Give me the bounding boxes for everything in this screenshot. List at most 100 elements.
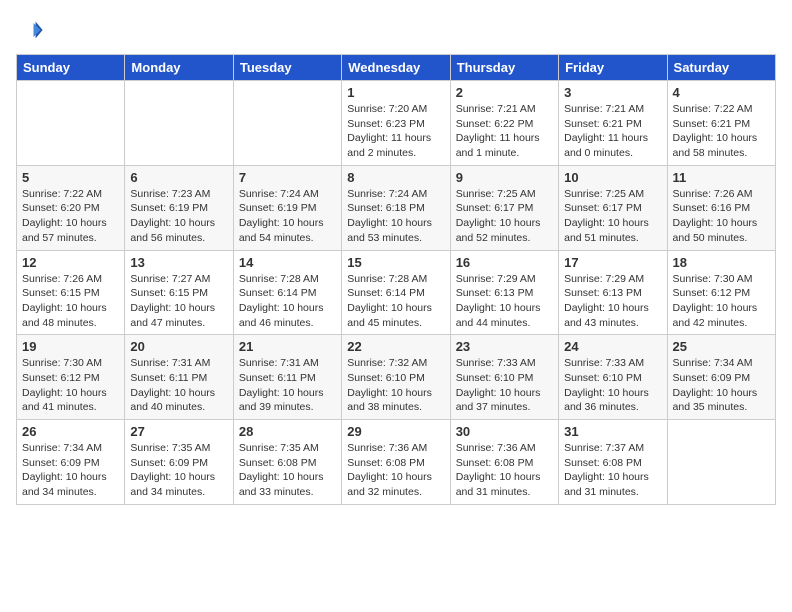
day-of-week-header: Monday	[125, 55, 233, 81]
day-of-week-header: Sunday	[17, 55, 125, 81]
calendar-cell: 28Sunrise: 7:35 AM Sunset: 6:08 PM Dayli…	[233, 420, 341, 505]
day-info: Sunrise: 7:30 AM Sunset: 6:12 PM Dayligh…	[673, 272, 770, 331]
calendar-cell: 1 Sunrise: 7:20 AM Sunset: 6:23 PM Daylig…	[342, 81, 450, 166]
day-info: Sunrise: 7:31 AM Sunset: 6:11 PM Dayligh…	[239, 356, 336, 415]
calendar-cell: 23Sunrise: 7:33 AM Sunset: 6:10 PM Dayli…	[450, 335, 558, 420]
day-number: 16	[456, 255, 553, 270]
day-info: Sunrise: 7:25 AM Sunset: 6:17 PM Dayligh…	[564, 187, 661, 246]
calendar-cell: 26 Sunrise: 7:34 AM Sunset: 6:09 PM Dayli…	[17, 420, 125, 505]
day-info: Sunrise: 7:33 AM Sunset: 6:10 PM Dayligh…	[564, 356, 661, 415]
calendar-cell: 9 Sunrise: 7:25 AM Sunset: 6:17 PM Daylig…	[450, 165, 558, 250]
day-number: 8	[347, 170, 444, 185]
calendar-cell: 10Sunrise: 7:25 AM Sunset: 6:17 PM Dayli…	[559, 165, 667, 250]
day-info: Sunrise: 7:23 AM Sunset: 6:19 PM Dayligh…	[130, 187, 227, 246]
day-number: 7	[239, 170, 336, 185]
day-number: 2	[456, 85, 553, 100]
calendar-cell	[125, 81, 233, 166]
calendar-cell: 4Sunrise: 7:22 AM Sunset: 6:21 PM Daylig…	[667, 81, 775, 166]
day-info: Sunrise: 7:29 AM Sunset: 6:13 PM Dayligh…	[456, 272, 553, 331]
day-info: Sunrise: 7:26 AM Sunset: 6:16 PM Dayligh…	[673, 187, 770, 246]
calendar-cell: 29 Sunrise: 7:36 AM Sunset: 6:08 PM Dayli…	[342, 420, 450, 505]
day-info: Sunrise: 7:20 AM Sunset: 6:23 PM Dayligh…	[347, 102, 444, 161]
day-number: 28	[239, 424, 336, 439]
day-info: Sunrise: 7:22 AM Sunset: 6:20 PM Dayligh…	[22, 187, 119, 246]
day-of-week-header: Wednesday	[342, 55, 450, 81]
day-number: 26	[22, 424, 119, 439]
calendar-cell: 14 Sunrise: 7:28 AM Sunset: 6:14 PM Dayli…	[233, 250, 341, 335]
day-number: 27	[130, 424, 227, 439]
calendar-cell: 2 Sunrise: 7:21 AM Sunset: 6:22 PM Daylig…	[450, 81, 558, 166]
day-number: 6	[130, 170, 227, 185]
calendar-cell: 19Sunrise: 7:30 AM Sunset: 6:12 PM Dayli…	[17, 335, 125, 420]
day-info: Sunrise: 7:28 AM Sunset: 6:14 PM Dayligh…	[347, 272, 444, 331]
calendar-cell	[17, 81, 125, 166]
calendar-week-row: 1 Sunrise: 7:20 AM Sunset: 6:23 PM Daylig…	[17, 81, 776, 166]
day-number: 5	[22, 170, 119, 185]
page-header	[16, 16, 776, 44]
day-number: 22	[347, 339, 444, 354]
calendar-cell: 25 Sunrise: 7:34 AM Sunset: 6:09 PM Dayli…	[667, 335, 775, 420]
day-number: 14	[239, 255, 336, 270]
calendar-week-row: 12Sunrise: 7:26 AM Sunset: 6:15 PM Dayli…	[17, 250, 776, 335]
day-info: Sunrise: 7:27 AM Sunset: 6:15 PM Dayligh…	[130, 272, 227, 331]
calendar-cell: 16 Sunrise: 7:29 AM Sunset: 6:13 PM Dayli…	[450, 250, 558, 335]
calendar-week-row: 19Sunrise: 7:30 AM Sunset: 6:12 PM Dayli…	[17, 335, 776, 420]
day-of-week-header: Saturday	[667, 55, 775, 81]
calendar-cell	[667, 420, 775, 505]
day-info: Sunrise: 7:34 AM Sunset: 6:09 PM Dayligh…	[673, 356, 770, 415]
day-info: Sunrise: 7:31 AM Sunset: 6:11 PM Dayligh…	[130, 356, 227, 415]
day-of-week-header: Tuesday	[233, 55, 341, 81]
day-info: Sunrise: 7:32 AM Sunset: 6:10 PM Dayligh…	[347, 356, 444, 415]
day-number: 20	[130, 339, 227, 354]
day-number: 1	[347, 85, 444, 100]
calendar-cell: 7 Sunrise: 7:24 AM Sunset: 6:19 PM Daylig…	[233, 165, 341, 250]
calendar-cell: 20 Sunrise: 7:31 AM Sunset: 6:11 PM Dayli…	[125, 335, 233, 420]
calendar-cell: 18 Sunrise: 7:30 AM Sunset: 6:12 PM Dayli…	[667, 250, 775, 335]
day-number: 24	[564, 339, 661, 354]
day-info: Sunrise: 7:28 AM Sunset: 6:14 PM Dayligh…	[239, 272, 336, 331]
calendar-cell: 13 Sunrise: 7:27 AM Sunset: 6:15 PM Dayli…	[125, 250, 233, 335]
calendar-cell: 8 Sunrise: 7:24 AM Sunset: 6:18 PM Daylig…	[342, 165, 450, 250]
day-info: Sunrise: 7:21 AM Sunset: 6:22 PM Dayligh…	[456, 102, 553, 161]
day-number: 30	[456, 424, 553, 439]
day-number: 21	[239, 339, 336, 354]
day-number: 9	[456, 170, 553, 185]
day-info: Sunrise: 7:25 AM Sunset: 6:17 PM Dayligh…	[456, 187, 553, 246]
day-number: 11	[673, 170, 770, 185]
day-number: 12	[22, 255, 119, 270]
calendar-cell: 31 Sunrise: 7:37 AM Sunset: 6:08 PM Dayli…	[559, 420, 667, 505]
calendar-cell: 3Sunrise: 7:21 AM Sunset: 6:21 PM Daylig…	[559, 81, 667, 166]
calendar-cell: 5 Sunrise: 7:22 AM Sunset: 6:20 PM Daylig…	[17, 165, 125, 250]
calendar-cell: 15 Sunrise: 7:28 AM Sunset: 6:14 PM Dayli…	[342, 250, 450, 335]
calendar-cell: 24 Sunrise: 7:33 AM Sunset: 6:10 PM Dayli…	[559, 335, 667, 420]
calendar-table: SundayMondayTuesdayWednesdayThursdayFrid…	[16, 54, 776, 505]
day-info: Sunrise: 7:34 AM Sunset: 6:09 PM Dayligh…	[22, 441, 119, 500]
day-number: 29	[347, 424, 444, 439]
calendar-week-row: 5 Sunrise: 7:22 AM Sunset: 6:20 PM Daylig…	[17, 165, 776, 250]
day-number: 31	[564, 424, 661, 439]
calendar-cell: 22 Sunrise: 7:32 AM Sunset: 6:10 PM Dayli…	[342, 335, 450, 420]
day-info: Sunrise: 7:36 AM Sunset: 6:08 PM Dayligh…	[347, 441, 444, 500]
day-number: 18	[673, 255, 770, 270]
logo-icon	[16, 16, 44, 44]
day-info: Sunrise: 7:24 AM Sunset: 6:18 PM Dayligh…	[347, 187, 444, 246]
day-number: 15	[347, 255, 444, 270]
calendar-cell	[233, 81, 341, 166]
logo	[16, 16, 48, 44]
day-info: Sunrise: 7:29 AM Sunset: 6:13 PM Dayligh…	[564, 272, 661, 331]
day-info: Sunrise: 7:24 AM Sunset: 6:19 PM Dayligh…	[239, 187, 336, 246]
calendar-header-row: SundayMondayTuesdayWednesdayThursdayFrid…	[17, 55, 776, 81]
day-info: Sunrise: 7:22 AM Sunset: 6:21 PM Dayligh…	[673, 102, 770, 161]
calendar-week-row: 26 Sunrise: 7:34 AM Sunset: 6:09 PM Dayli…	[17, 420, 776, 505]
day-number: 23	[456, 339, 553, 354]
calendar-cell: 27 Sunrise: 7:35 AM Sunset: 6:09 PM Dayli…	[125, 420, 233, 505]
day-number: 25	[673, 339, 770, 354]
calendar-cell: 6 Sunrise: 7:23 AM Sunset: 6:19 PM Daylig…	[125, 165, 233, 250]
day-number: 13	[130, 255, 227, 270]
calendar-cell: 11 Sunrise: 7:26 AM Sunset: 6:16 PM Dayli…	[667, 165, 775, 250]
day-info: Sunrise: 7:35 AM Sunset: 6:09 PM Dayligh…	[130, 441, 227, 500]
calendar-cell: 30Sunrise: 7:36 AM Sunset: 6:08 PM Dayli…	[450, 420, 558, 505]
day-number: 19	[22, 339, 119, 354]
day-info: Sunrise: 7:37 AM Sunset: 6:08 PM Dayligh…	[564, 441, 661, 500]
day-number: 3	[564, 85, 661, 100]
